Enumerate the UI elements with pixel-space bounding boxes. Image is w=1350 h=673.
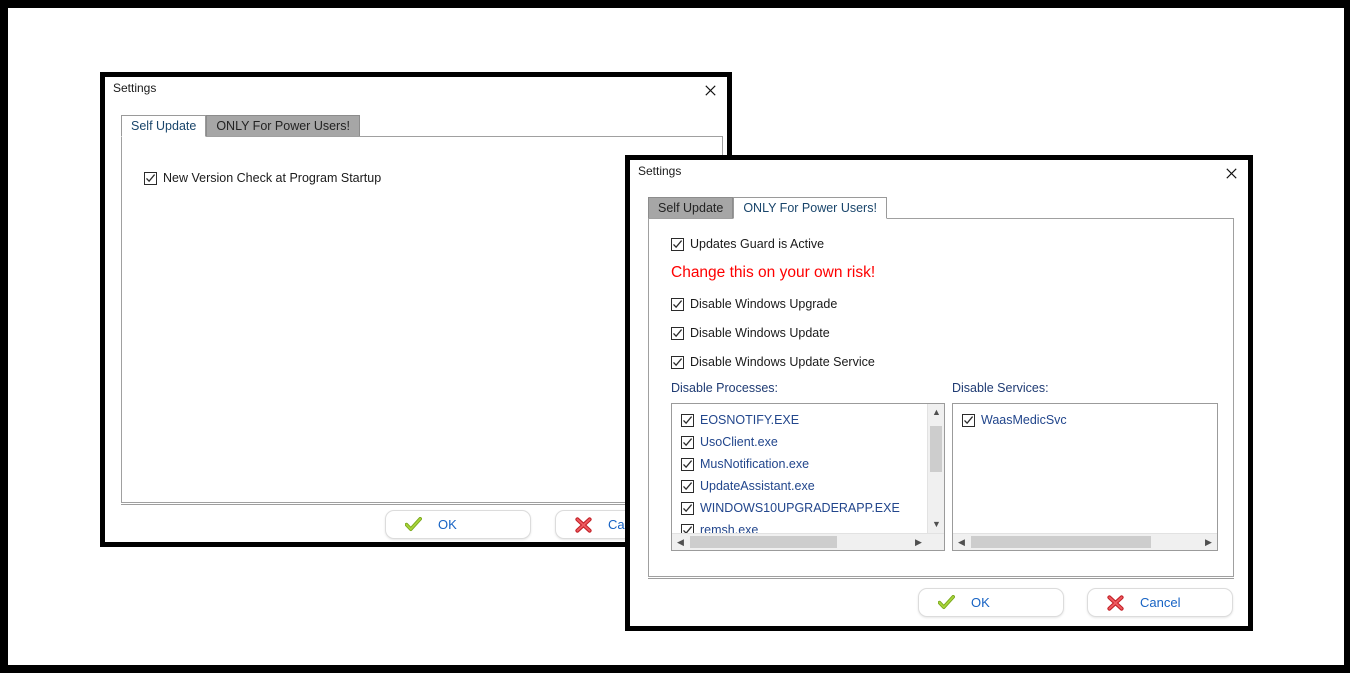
titlebar-power-users[interactable]: Settings xyxy=(630,160,1248,186)
process-list-horizontal-scrollbar[interactable]: ◀ ▶ xyxy=(672,533,944,550)
checkbox-disable-windows-update[interactable]: Disable Windows Update xyxy=(671,326,830,340)
list-item-label: UpdateAssistant.exe xyxy=(700,479,815,493)
process-list[interactable]: EOSNOTIFY.EXE UsoClient.exe MusNotificatio… xyxy=(672,404,927,533)
list-item[interactable]: MusNotification.exe xyxy=(672,453,927,475)
red-x-icon xyxy=(570,516,596,533)
list-item[interactable]: UpdateAssistant.exe xyxy=(672,475,927,497)
list-item[interactable]: WaasMedicSvc xyxy=(953,409,1217,431)
scroll-right-icon[interactable]: ▶ xyxy=(910,534,927,550)
tabstrip-power-users[interactable]: Self Update ONLY For Power Users! xyxy=(648,197,887,219)
list-item[interactable]: EOSNOTIFY.EXE xyxy=(672,409,927,431)
checkbox-disable-windows-update-service-label: Disable Windows Update Service xyxy=(690,355,875,369)
scroll-right-icon[interactable]: ▶ xyxy=(1200,534,1217,550)
checkbox-new-version-check-label: New Version Check at Program Startup xyxy=(163,171,382,185)
tab-only-for-power-users-label: ONLY For Power Users! xyxy=(216,119,350,133)
checkbox-box[interactable] xyxy=(962,413,975,427)
disable-services-listbox[interactable]: WaasMedicSvc ◀ ▶ xyxy=(952,403,1218,551)
ok-button[interactable]: OK xyxy=(918,588,1064,617)
scrollbar-thumb[interactable] xyxy=(690,536,837,548)
close-icon[interactable] xyxy=(1216,162,1246,184)
scroll-down-icon[interactable]: ▼ xyxy=(928,516,944,533)
process-list-vertical-scrollbar[interactable]: ▲ ▼ xyxy=(927,404,944,533)
checkbox-updates-guard-active-label: Updates Guard is Active xyxy=(690,237,825,251)
footer-divider xyxy=(648,578,1234,579)
checkbox-updates-guard-active[interactable]: Updates Guard is Active xyxy=(671,237,824,251)
checkbox-box[interactable] xyxy=(681,523,694,533)
scrollbar-thumb[interactable] xyxy=(971,536,1151,548)
list-item[interactable]: WINDOWS10UPGRADERAPP.EXE xyxy=(672,497,927,519)
service-list-horizontal-scrollbar[interactable]: ◀ ▶ xyxy=(953,533,1217,550)
checkbox-disable-windows-update-service[interactable]: Disable Windows Update Service xyxy=(671,355,875,369)
scroll-up-icon[interactable]: ▲ xyxy=(928,404,944,421)
tab-only-for-power-users[interactable]: ONLY For Power Users! xyxy=(206,115,360,137)
ok-button-label: OK xyxy=(971,595,990,610)
checkbox-box[interactable] xyxy=(671,297,684,311)
list-item-label: remsh.exe xyxy=(700,523,759,533)
tabstrip-self-update[interactable]: Self Update ONLY For Power Users! xyxy=(121,115,360,137)
green-check-icon xyxy=(933,595,959,610)
tab-only-for-power-users[interactable]: ONLY For Power Users! xyxy=(733,197,887,219)
list-item[interactable]: remsh.exe xyxy=(672,519,927,533)
checkbox-new-version-check[interactable]: New Version Check at Program Startup xyxy=(144,171,381,185)
green-check-icon xyxy=(400,517,426,532)
checkbox-box[interactable] xyxy=(681,479,694,493)
checkbox-disable-windows-upgrade-label: Disable Windows Upgrade xyxy=(690,297,838,311)
checkbox-box[interactable] xyxy=(681,501,694,515)
red-x-icon xyxy=(1102,594,1128,611)
risk-warning-text: Change this on your own risk! xyxy=(671,264,876,281)
checkbox-disable-windows-update-label: Disable Windows Update xyxy=(690,326,830,340)
ok-button-label: OK xyxy=(438,517,457,532)
tab-self-update[interactable]: Self Update xyxy=(648,197,734,219)
ok-button[interactable]: OK xyxy=(385,510,531,539)
window-title-power-users: Settings xyxy=(638,164,682,178)
checkbox-box[interactable] xyxy=(681,457,694,471)
tab-self-update[interactable]: Self Update xyxy=(121,115,207,137)
service-list[interactable]: WaasMedicSvc xyxy=(953,404,1217,533)
scrollbar-thumb[interactable] xyxy=(930,426,942,472)
checkbox-box[interactable] xyxy=(681,435,694,449)
window-title-self-update: Settings xyxy=(113,81,157,95)
titlebar-self-update[interactable]: Settings xyxy=(105,77,727,103)
settings-dialog-power-users[interactable]: Settings Self Update ONLY For Power User… xyxy=(625,155,1253,631)
list-item-label: EOSNOTIFY.EXE xyxy=(700,413,800,427)
list-item-label: UsoClient.exe xyxy=(700,435,778,449)
list-item-label: WaasMedicSvc xyxy=(981,413,1067,427)
checkbox-box[interactable] xyxy=(671,355,684,369)
cancel-button[interactable]: Cancel xyxy=(1087,588,1233,617)
list-item[interactable]: UsoClient.exe xyxy=(672,431,927,453)
checkbox-box[interactable] xyxy=(671,326,684,340)
list-item-label: WINDOWS10UPGRADERAPP.EXE xyxy=(700,501,900,515)
disable-processes-listbox[interactable]: EOSNOTIFY.EXE UsoClient.exe MusNotificatio… xyxy=(671,403,945,551)
checkbox-box[interactable] xyxy=(681,413,694,427)
tab-self-update-label: Self Update xyxy=(131,119,197,133)
list-item-label: MusNotification.exe xyxy=(700,457,810,471)
checkbox-box[interactable] xyxy=(144,171,157,185)
scroll-left-icon[interactable]: ◀ xyxy=(672,534,689,550)
close-icon[interactable] xyxy=(695,79,725,101)
checkbox-box[interactable] xyxy=(671,237,684,251)
tab-self-update-label: Self Update xyxy=(658,201,724,215)
tab-only-for-power-users-label: ONLY For Power Users! xyxy=(743,201,877,215)
cancel-button-label: Cancel xyxy=(1140,595,1181,610)
screen-canvas: Settings Self Update ONLY For Power User… xyxy=(0,0,1350,673)
disable-services-label: Disable Services: xyxy=(952,381,1049,395)
scroll-left-icon[interactable]: ◀ xyxy=(953,534,970,550)
checkbox-disable-windows-upgrade[interactable]: Disable Windows Upgrade xyxy=(671,297,837,311)
disable-processes-label: Disable Processes: xyxy=(671,381,778,395)
tabpanel-power-users: Updates Guard is Active Change this on y… xyxy=(648,218,1234,577)
